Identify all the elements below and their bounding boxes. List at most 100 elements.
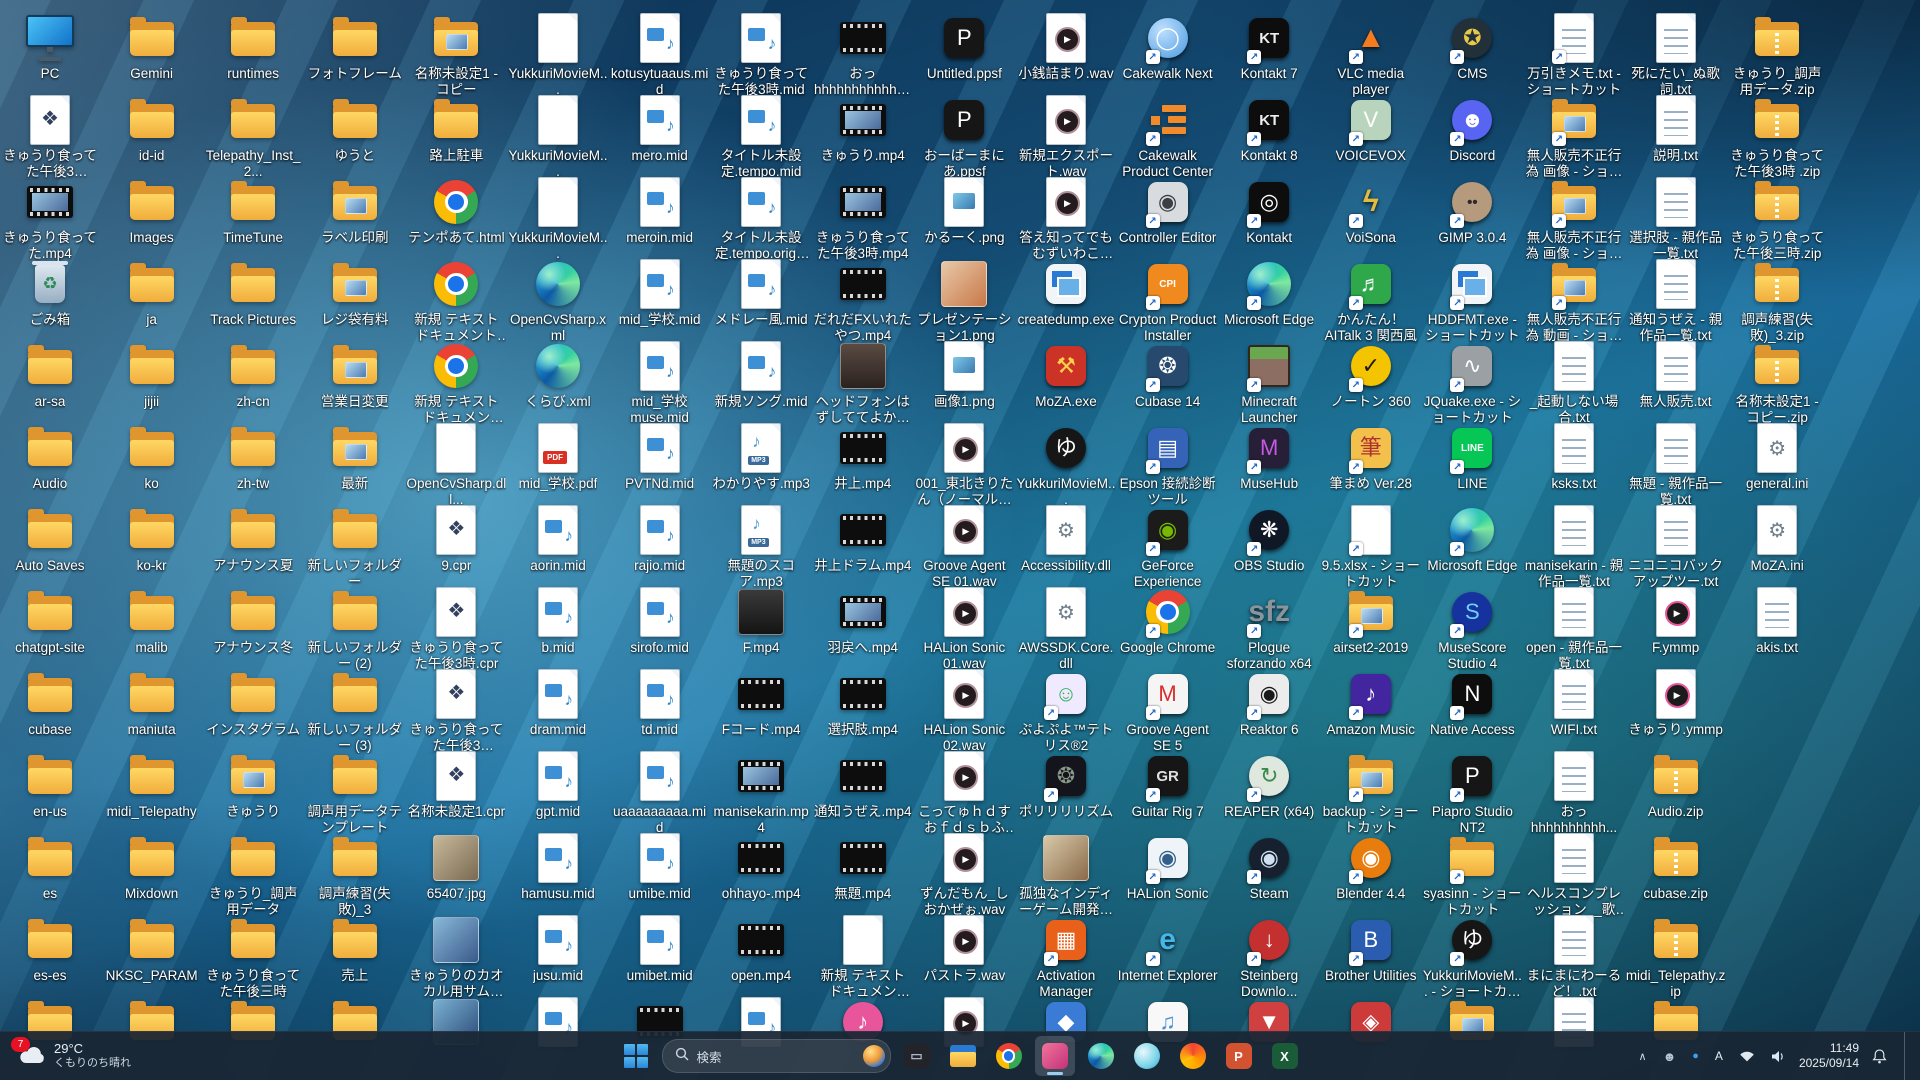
- desktop-icon[interactable]: ◉↗Blender 4.4: [1321, 832, 1421, 902]
- desktop-icon[interactable]: ♪↗Amazon Music: [1321, 668, 1421, 738]
- desktop-icon[interactable]: TimeTune: [203, 176, 303, 246]
- desktop-icon[interactable]: ↗HDDFMT.exe - ショートカット: [1422, 258, 1522, 344]
- desktop-icon[interactable]: 名称未設定1 - コピー: [406, 12, 506, 98]
- desktop-icon[interactable]: CPI↗Crypton Product Installer: [1118, 258, 1218, 344]
- desktop-icon[interactable]: ♪MP3無題のスコア.mp3: [711, 504, 811, 590]
- desktop-icon[interactable]: ♪umibe.mid: [610, 832, 710, 902]
- desktop-icon[interactable]: ❖9.cpr: [406, 504, 506, 574]
- desktop-icon[interactable]: ♪jusu.mid: [508, 914, 608, 984]
- desktop-icon[interactable]: ↗syasinn - ショートカット: [1422, 832, 1522, 918]
- desktop-icon[interactable]: OpenCvSharp.xml: [508, 258, 608, 344]
- search-highlight-icon[interactable]: [863, 1045, 885, 1067]
- desktop-icon[interactable]: ♪dram.mid: [508, 668, 608, 738]
- desktop-icon[interactable]: ohhayo-.mp4: [711, 832, 811, 902]
- desktop-icon[interactable]: cubase.zip: [1626, 832, 1726, 902]
- desktop-icon[interactable]: ♻ごみ箱: [0, 258, 100, 328]
- desktop-icon[interactable]: zh-tw: [203, 422, 303, 492]
- start-button[interactable]: [616, 1036, 656, 1076]
- desktop-icon[interactable]: Audio.zip: [1626, 750, 1726, 820]
- desktop-icon[interactable]: アナウンス冬: [203, 586, 303, 656]
- desktop-icon[interactable]: M↗MuseHub: [1219, 422, 1319, 492]
- desktop-icon[interactable]: アナウンス夏: [203, 504, 303, 574]
- desktop-icon[interactable]: 調声練習(失敗)_3.zip: [1727, 258, 1827, 344]
- desktop-icon[interactable]: GR↗Guitar Rig 7: [1118, 750, 1218, 820]
- desktop-icon[interactable]: 画像1.png: [914, 340, 1014, 410]
- desktop-icon[interactable]: midi_Telepathy.zip: [1626, 914, 1726, 1000]
- desktop-icon[interactable]: きゅうり食ってた午後3時 .zip: [1727, 94, 1827, 180]
- desktop-icon[interactable]: ♪タイトル未設定.tempo.orig1.mid: [711, 176, 811, 262]
- desktop-icon[interactable]: ❖きゅうり食ってた午後3時-02.cpr: [406, 668, 506, 754]
- desktop-icon[interactable]: 最新: [305, 422, 405, 492]
- desktop-icon[interactable]: 死にたい_ぬ歌詞.txt: [1626, 12, 1726, 98]
- desktop-icon[interactable]: ⚙MoZA.ini: [1727, 504, 1827, 574]
- desktop-icon[interactable]: ↗airset2-2019: [1321, 586, 1421, 656]
- desktop-icon[interactable]: Auto Saves: [0, 504, 100, 574]
- taskbar-chrome[interactable]: [989, 1036, 1029, 1076]
- desktop-icon[interactable]: ♪gpt.mid: [508, 750, 608, 820]
- taskbar-excel[interactable]: X: [1265, 1036, 1305, 1076]
- desktop-icon[interactable]: きゅうり.mp4: [813, 94, 913, 164]
- desktop-icon[interactable]: ◉↗Steam: [1219, 832, 1319, 902]
- desktop-icon[interactable]: ❋↗OBS Studio: [1219, 504, 1319, 574]
- desktop-icon[interactable]: ▶小銭詰まり.wav: [1016, 12, 1116, 82]
- desktop-icon[interactable]: ▦↗Activation Manager: [1016, 914, 1116, 1000]
- desktop-icon[interactable]: 孤独なインディーゲーム開発者の一生...: [1016, 832, 1116, 918]
- desktop-icon[interactable]: ↗無人販売不正行為 動画 - ショートカット: [1524, 258, 1624, 344]
- desktop-icon[interactable]: ✓↗ノートン 360: [1321, 340, 1421, 410]
- desktop-icon[interactable]: ••↗GIMP 3.0.4: [1422, 176, 1522, 246]
- desktop-icon[interactable]: Audio: [0, 422, 100, 492]
- desktop-icon[interactable]: ↗万引きメモ.txt - ショートカット: [1524, 12, 1624, 98]
- desktop-icon[interactable]: 井上.mp4: [813, 422, 913, 492]
- desktop-icon[interactable]: 無人販売.txt: [1626, 340, 1726, 410]
- tray-ime-indicator[interactable]: A: [1712, 1036, 1726, 1076]
- desktop-icon[interactable]: ゆうと: [305, 94, 405, 164]
- desktop-icon[interactable]: 名称未設定1 - コピー.zip: [1727, 340, 1827, 426]
- desktop-icon[interactable]: ▶新規エクスポート.wav: [1016, 94, 1116, 180]
- taskbar-clock[interactable]: 11:49 2025/09/14: [1799, 1041, 1859, 1071]
- desktop-icon[interactable]: ▲↗VLC media player: [1321, 12, 1421, 98]
- desktop-icon[interactable]: N↗Native Access: [1422, 668, 1522, 738]
- desktop-icon[interactable]: くらび.xml: [508, 340, 608, 410]
- desktop-icon[interactable]: ☻↗Discord: [1422, 94, 1522, 164]
- desktop-icon[interactable]: es: [0, 832, 100, 902]
- desktop-icon[interactable]: ♪hamusu.mid: [508, 832, 608, 902]
- desktop-icon[interactable]: ♪td.mid: [610, 668, 710, 738]
- desktop-icon[interactable]: Images: [102, 176, 202, 246]
- desktop-icon[interactable]: 筆↗筆まめ Ver.28: [1321, 422, 1421, 492]
- desktop-icon[interactable]: PDFmid_学校.pdf: [508, 422, 608, 492]
- desktop-icon[interactable]: ✪↗CMS: [1422, 12, 1522, 82]
- desktop-icon[interactable]: S↗MuseScore Studio 4: [1422, 586, 1522, 672]
- desktop-icon[interactable]: ▶F.ymmp: [1626, 586, 1726, 656]
- desktop-icon[interactable]: maniuta: [102, 668, 202, 738]
- desktop-icon[interactable]: midi_Telepathy: [102, 750, 202, 820]
- desktop-icon[interactable]: ↗無人販売不正行為 画像 - ショートカッ...: [1524, 94, 1624, 180]
- desktop-icon[interactable]: 新しいフォルダー (2): [305, 586, 405, 672]
- desktop-icon[interactable]: en-us: [0, 750, 100, 820]
- desktop-icon[interactable]: Fコード.mp4: [711, 668, 811, 738]
- desktop-icon[interactable]: ◉↗HALion Sonic: [1118, 832, 1218, 902]
- desktop-icon[interactable]: ↗Microsoft Edge: [1422, 504, 1522, 574]
- desktop-icon[interactable]: ヘルスコンプレッション__歌詞.txt: [1524, 832, 1624, 918]
- desktop-icon[interactable]: P↗Piapro Studio NT2: [1422, 750, 1522, 836]
- desktop-icon[interactable]: きゅうり食ってた.mp4: [0, 176, 100, 262]
- desktop-icon[interactable]: jijii: [102, 340, 202, 410]
- desktop-icon[interactable]: ゆYukkuriMovieM...: [1016, 422, 1116, 508]
- desktop-icon[interactable]: ▶こってゅｈｄすおｆｄｓｂふぉ.wav: [914, 750, 1014, 836]
- desktop-icon[interactable]: ⚒MoZA.exe: [1016, 340, 1116, 410]
- desktop-icon[interactable]: ↗Minecraft Launcher: [1219, 340, 1319, 426]
- desktop-icon[interactable]: manisekarin.mp4: [711, 750, 811, 836]
- desktop-icon[interactable]: 新しいフォルダー (3): [305, 668, 405, 754]
- desktop-icon[interactable]: ヘッドフォンはずしててよかっt.mp4: [813, 340, 913, 426]
- desktop-icon[interactable]: だれだFXいれたやつ.mp4: [813, 258, 913, 344]
- desktop-icon[interactable]: ❂↗ポリリリリズム: [1016, 750, 1116, 820]
- taskbar-orange-sphere-app[interactable]: [1173, 1036, 1213, 1076]
- desktop-icon[interactable]: ⚙AWSSDK.Core.dll: [1016, 586, 1116, 672]
- desktop-icon[interactable]: ❖きゅうり食ってた午後3時.cpr: [406, 586, 506, 672]
- desktop-icon[interactable]: LINE↗LINE: [1422, 422, 1522, 492]
- desktop-icon[interactable]: ◉↗GeForce Experience: [1118, 504, 1218, 590]
- desktop-icon[interactable]: ⚙general.ini: [1727, 422, 1827, 492]
- desktop-icon[interactable]: 井上ドラム.mp4: [813, 504, 913, 574]
- desktop-icon[interactable]: ja: [102, 258, 202, 328]
- desktop-icon[interactable]: ❖きゅうり食ってた午後3時-01.cpr: [0, 94, 100, 180]
- desktop-icon[interactable]: まにまにわーるど！.txt: [1524, 914, 1624, 1000]
